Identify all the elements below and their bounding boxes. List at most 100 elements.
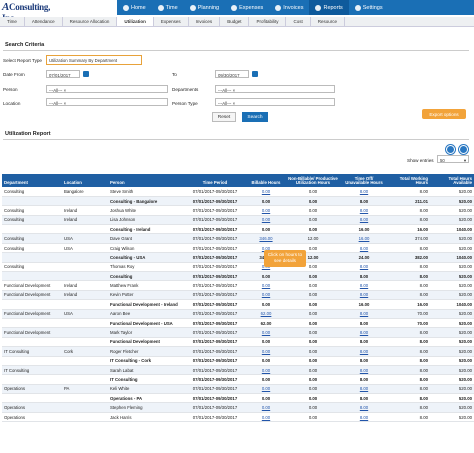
cell-off[interactable]: 8.00 — [342, 346, 386, 357]
column-header[interactable]: Time Period — [182, 174, 248, 187]
reset-button[interactable]: Reset — [212, 112, 236, 122]
clear-icon[interactable]: × — [64, 101, 67, 106]
cell-bill[interactable]: 0.00 — [248, 346, 284, 357]
cell-person: Lisa Johnson — [108, 215, 182, 226]
cell-bill: 0.00 — [248, 196, 284, 207]
cell-bill[interactable]: 0.00 — [248, 280, 284, 291]
export-pdf-icon[interactable] — [459, 145, 468, 154]
tab-cost[interactable]: Cost — [286, 17, 311, 26]
cell-bill[interactable]: 0.00 — [248, 215, 284, 226]
cell-bill[interactable]: 62.00 — [248, 309, 284, 319]
cell-off[interactable]: 8.00 — [342, 365, 386, 376]
export-excel-icon[interactable] — [446, 145, 455, 154]
nav-label: Expenses — [239, 4, 264, 11]
cell-off[interactable]: 8.00 — [342, 262, 386, 273]
cell-bill[interactable]: 0.00 — [248, 327, 284, 338]
cell-nonbill: 12.00 — [284, 233, 342, 244]
cell-off[interactable]: 8.00 — [342, 290, 386, 301]
cell-off[interactable]: 8.00 — [342, 243, 386, 254]
subtotal-row: Consulting 07/01/2017-09/30/2017 0.00 0.00 8… — [2, 271, 474, 282]
clear-icon[interactable]: × — [233, 101, 236, 106]
clear-icon[interactable]: × — [233, 88, 236, 93]
cell-person: IT Consulting - Cork — [108, 356, 182, 366]
cell-off[interactable]: 16.00 — [342, 233, 386, 244]
tab-time[interactable]: Time — [0, 17, 25, 26]
column-header[interactable]: Total Working Hours — [386, 174, 430, 187]
cell-off: 8.00 — [342, 393, 386, 404]
nav-home[interactable]: Home — [117, 0, 152, 15]
cell-off[interactable]: 8.00 — [342, 384, 386, 395]
column-header[interactable]: Location — [62, 174, 108, 187]
cell-off[interactable]: 8.00 — [342, 309, 386, 319]
cell-avail: 1040.00 — [430, 224, 474, 235]
date-to-input[interactable]: 09/30/2017 — [215, 70, 249, 78]
cell-bill[interactable]: 0.00 — [248, 412, 284, 423]
nav-reports[interactable]: Reports — [309, 0, 349, 15]
nav-time[interactable]: Time — [152, 0, 184, 15]
location-select[interactable]: ---All--- × — [46, 98, 168, 106]
cell-period: 07/01/2017-09/30/2017 — [182, 215, 248, 226]
tab-invoices[interactable]: Invoices — [189, 17, 221, 26]
cell-period: 07/01/2017-09/30/2017 — [182, 327, 248, 338]
calendar-icon[interactable] — [252, 71, 258, 77]
cell-off[interactable]: 8.00 — [342, 280, 386, 291]
column-header[interactable]: Department — [2, 174, 62, 187]
cell-bill[interactable]: 0.00 — [248, 365, 284, 376]
cell-nonbill: 0.00 — [284, 271, 342, 282]
cell-off[interactable]: 8.00 — [342, 205, 386, 216]
cell-bill[interactable]: 0.00 — [248, 402, 284, 413]
column-header[interactable]: Person — [108, 174, 182, 187]
cell-work: 8.00 — [386, 384, 430, 395]
calendar-icon[interactable] — [83, 71, 89, 77]
tab-attendance[interactable]: Attendance — [25, 17, 63, 26]
cell-bill[interactable]: 0.00 — [248, 384, 284, 395]
cell-bill[interactable]: 0.00 — [248, 187, 284, 197]
cell-loc — [62, 412, 108, 423]
clear-icon[interactable]: × — [64, 88, 67, 93]
report-type-select[interactable]: Utilization Summary By Department — [46, 55, 142, 65]
nav-settings[interactable]: Settings — [349, 0, 389, 15]
tab-resource[interactable]: Resource — [311, 17, 345, 26]
column-header[interactable]: Total Hours Available — [430, 174, 474, 187]
subtotal-row: IT Consulting 07/01/2017-09/30/2017 0.00 0.… — [2, 374, 474, 385]
date-from-input[interactable]: 07/01/2017 — [46, 70, 80, 78]
nav-expenses[interactable]: Expenses — [225, 0, 269, 15]
person-select[interactable]: ---All--- × — [46, 85, 168, 93]
cell-nonbill: 0.00 — [284, 337, 342, 348]
cell-bill[interactable]: 0.00 — [248, 290, 284, 301]
cell-avail: 520.00 — [430, 318, 474, 329]
company-logo[interactable]: AConsulting, Inc. — [2, 1, 62, 23]
show-entries-select[interactable]: 50 ▾ — [437, 155, 469, 163]
table-row: Consulting USA Dave Grant 07/01/2017-09/30/… — [2, 233, 474, 244]
cell-off[interactable]: 8.00 — [342, 402, 386, 413]
cell-dept: Consulting — [2, 205, 62, 216]
tab-utilization[interactable]: Utilization — [117, 17, 154, 26]
cell-off[interactable]: 8.00 — [342, 327, 386, 338]
cell-off[interactable]: 8.00 — [342, 412, 386, 423]
search-button[interactable]: Search — [242, 112, 268, 122]
departments-select[interactable]: ---All--- × — [215, 85, 335, 93]
column-header[interactable]: Non-Billable/ Productive Utilization Hou… — [284, 174, 342, 187]
cell-bill[interactable]: 0.00 — [248, 205, 284, 216]
person-type-select[interactable]: ---All--- × — [215, 98, 335, 106]
cell-bill[interactable]: 346.00 — [248, 233, 284, 244]
column-header[interactable]: Time Off/ Unavailable Hours — [342, 174, 386, 187]
cell-period: 07/01/2017-09/30/2017 — [182, 233, 248, 244]
tab-budget[interactable]: Budget — [220, 17, 250, 26]
tab-resource-allocation[interactable]: Resource Allocation — [63, 17, 118, 26]
cell-period: 07/01/2017-09/30/2017 — [182, 309, 248, 319]
cell-bill: 0.00 — [248, 271, 284, 282]
calendar-icon — [189, 4, 196, 11]
nav-invoices[interactable]: Invoices — [269, 0, 309, 15]
column-header[interactable]: Billable Hours — [248, 174, 284, 187]
tab-profitability[interactable]: Profitability — [249, 17, 287, 26]
table-row: Consulting Bangalore Steve Smith 07/01/2017… — [2, 187, 474, 197]
tab-expenses[interactable]: Expenses — [154, 17, 189, 26]
table-row: Operations PA Keli White 07/01/2017-09/30/2… — [2, 384, 474, 395]
cell-person: Thomas Roy — [108, 262, 182, 273]
cell-off[interactable]: 8.00 — [342, 215, 386, 226]
nav-planning[interactable]: Planning — [184, 0, 225, 15]
cell-avail: 520.00 — [430, 365, 474, 376]
cell-off[interactable]: 8.00 — [342, 187, 386, 197]
cell-work: 70.00 — [386, 309, 430, 319]
